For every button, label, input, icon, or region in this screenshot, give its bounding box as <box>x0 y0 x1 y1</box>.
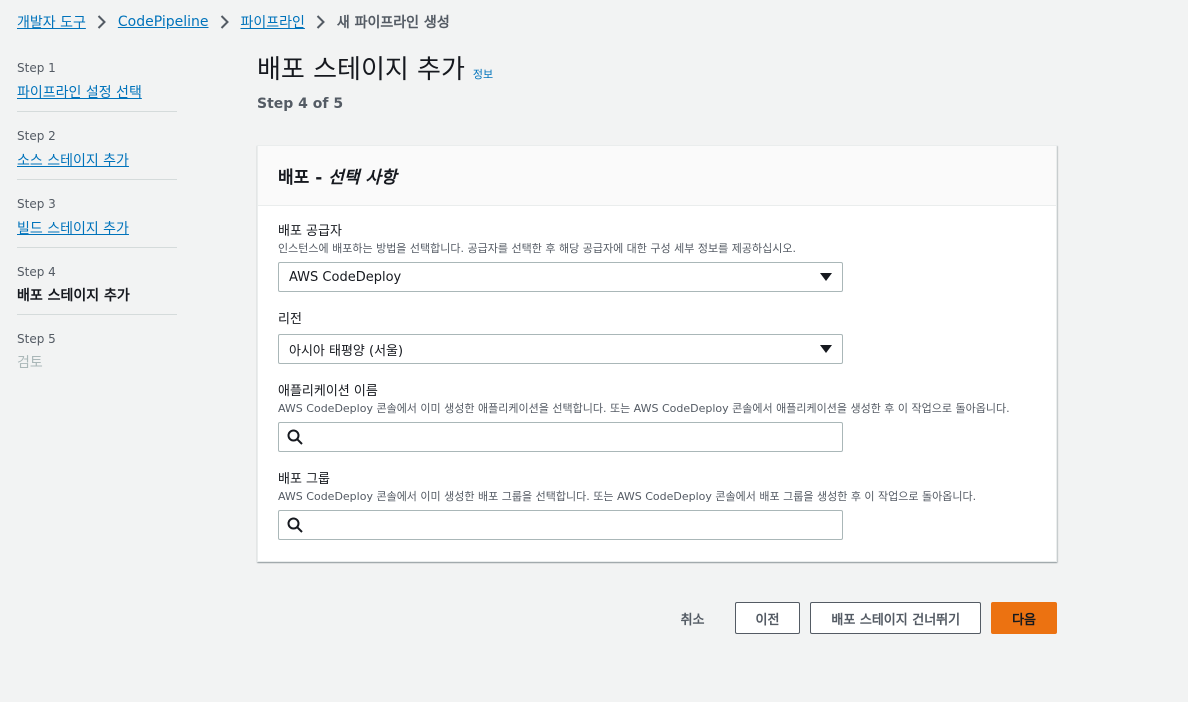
step-link-pipeline-settings[interactable]: 파이프라인 설정 선택 <box>17 85 142 101</box>
region-select[interactable]: 아시아 태평양 (서울) <box>278 334 843 364</box>
field-label: 배포 그룹 <box>278 472 330 487</box>
breadcrumb: 개발자 도구 CodePipeline 파이프라인 새 파이프라인 생성 <box>17 12 450 32</box>
field-description: 인스턴스에 배포하는 방법을 선택합니다. 공급자를 선택한 후 해당 공급자에… <box>278 242 796 255</box>
step-number: Step 5 <box>17 332 56 346</box>
select-value: AWS CodeDeploy <box>289 269 402 285</box>
previous-button[interactable]: 이전 <box>734 602 801 634</box>
info-link[interactable]: 정보 <box>473 66 493 82</box>
panel-body: 배포 공급자 인스턴스에 배포하는 방법을 선택합니다. 공급자를 선택한 후 … <box>258 206 1056 578</box>
field-deployment-group: 배포 그룹 AWS CodeDeploy 콘솔에서 이미 생성한 배포 그룹을 … <box>278 472 1036 540</box>
step-5: Step 5 검토 <box>17 331 177 381</box>
breadcrumb-codepipeline[interactable]: CodePipeline <box>118 14 209 30</box>
caret-down-icon <box>820 273 832 281</box>
breadcrumb-pipelines[interactable]: 파이프라인 <box>241 12 305 32</box>
deployment-group-input[interactable] <box>309 517 834 533</box>
deploy-panel: 배포 - 선택 사항 배포 공급자 인스턴스에 배포하는 방법을 선택합니다. … <box>257 145 1057 562</box>
step-disabled-review: 검토 <box>17 355 43 371</box>
step-link-source-stage[interactable]: 소스 스테이지 추가 <box>17 153 129 169</box>
wizard-actions: 취소 이전 배포 스테이지 건너뛰기 다음 <box>661 602 1057 634</box>
application-search-box <box>278 422 843 452</box>
search-icon <box>287 517 303 533</box>
page-header: 배포 스테이지 추가 정보 Step 4 of 5 <box>257 52 493 112</box>
breadcrumb-developer-tools[interactable]: 개발자 도구 <box>17 12 86 32</box>
caret-down-icon <box>820 345 832 353</box>
step-current-deploy-stage: 배포 스테이지 추가 <box>17 288 130 304</box>
step-1: Step 1 파이프라인 설정 선택 <box>17 60 177 112</box>
page-title: 배포 스테이지 추가 <box>257 55 465 85</box>
panel-title-optional: 선택 사항 <box>328 168 397 188</box>
panel-header: 배포 - 선택 사항 <box>258 146 1056 206</box>
search-icon <box>287 429 303 445</box>
step-4: Step 4 배포 스테이지 추가 <box>17 264 177 315</box>
field-deploy-provider: 배포 공급자 인스턴스에 배포하는 방법을 선택합니다. 공급자를 선택한 후 … <box>278 224 1036 292</box>
select-value: 아시아 태평양 (서울) <box>289 343 404 359</box>
cancel-button[interactable]: 취소 <box>661 602 725 634</box>
step-link-build-stage[interactable]: 빌드 스테이지 추가 <box>17 221 129 237</box>
application-name-input[interactable] <box>309 429 834 445</box>
chevron-right-icon <box>219 12 231 32</box>
field-label: 배포 공급자 <box>278 224 342 239</box>
step-3: Step 3 빌드 스테이지 추가 <box>17 196 177 248</box>
field-description: AWS CodeDeploy 콘솔에서 이미 생성한 애플리케이션을 선택합니다… <box>278 402 1010 415</box>
step-number: Step 1 <box>17 61 56 75</box>
field-label: 리전 <box>278 312 302 327</box>
field-description: AWS CodeDeploy 콘솔에서 이미 생성한 배포 그룹을 선택합니다.… <box>278 490 977 503</box>
step-number: Step 2 <box>17 129 56 143</box>
breadcrumb-current: 새 파이프라인 생성 <box>336 15 450 31</box>
step-number: Step 3 <box>17 197 56 211</box>
step-indicator: Step 4 of 5 <box>257 96 344 112</box>
step-2: Step 2 소스 스테이지 추가 <box>17 128 177 180</box>
skip-deploy-stage-button[interactable]: 배포 스테이지 건너뛰기 <box>810 602 982 634</box>
deployment-group-search-box <box>278 510 843 540</box>
field-application-name: 애플리케이션 이름 AWS CodeDeploy 콘솔에서 이미 생성한 애플리… <box>278 384 1036 452</box>
panel-title: 배포 - 선택 사항 <box>278 163 397 188</box>
panel-title-main: 배포 - <box>278 168 329 188</box>
field-region: 리전 아시아 태평양 (서울) <box>278 312 1036 364</box>
wizard-steps: Step 1 파이프라인 설정 선택 Step 2 소스 스테이지 추가 Ste… <box>17 60 177 397</box>
step-number: Step 4 <box>17 265 56 279</box>
next-button[interactable]: 다음 <box>991 602 1057 634</box>
chevron-right-icon <box>315 12 327 32</box>
field-label: 애플리케이션 이름 <box>278 384 378 399</box>
page-title-row: 배포 스테이지 추가 정보 <box>257 52 493 88</box>
deploy-provider-select[interactable]: AWS CodeDeploy <box>278 262 843 292</box>
chevron-right-icon <box>96 12 108 32</box>
